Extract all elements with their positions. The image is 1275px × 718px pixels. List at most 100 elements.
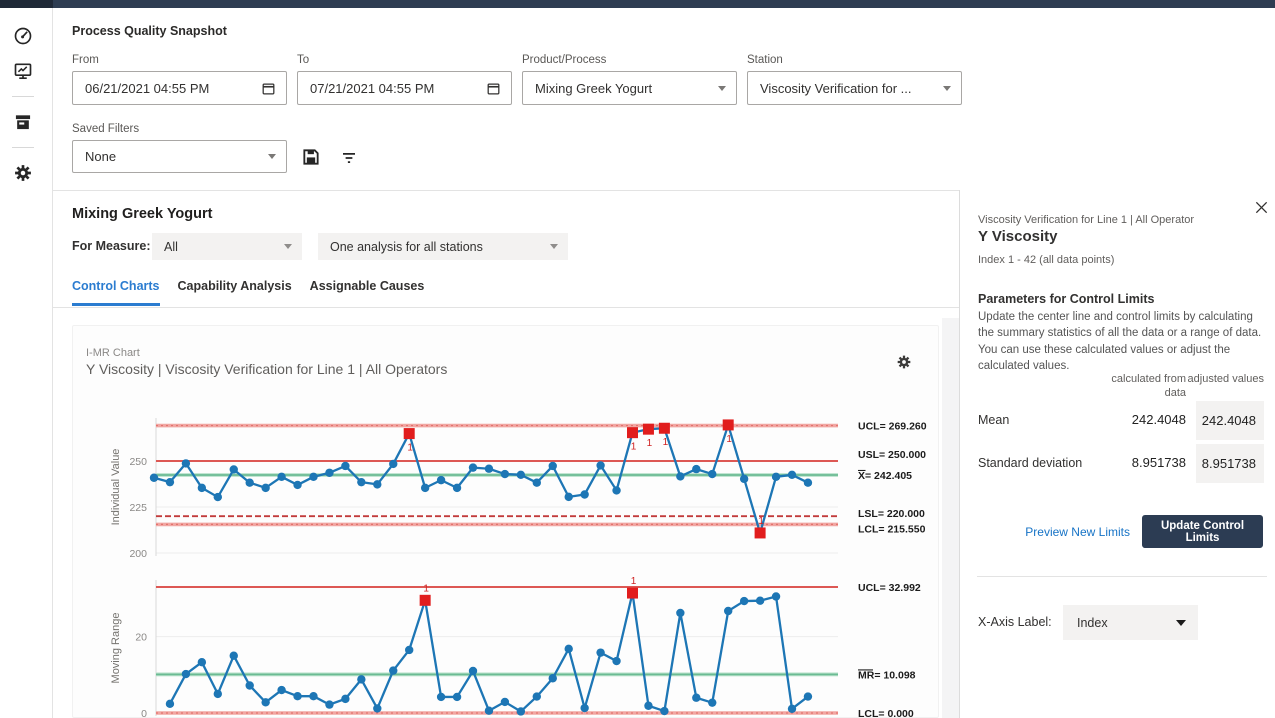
data-point — [485, 465, 493, 473]
column-header-calculated: calculated from data — [1106, 373, 1186, 401]
save-icon — [301, 147, 321, 167]
chevron-down-icon — [1176, 620, 1186, 626]
data-point — [198, 658, 206, 666]
sidebar-item-charts[interactable] — [13, 61, 33, 81]
measure-dropdown[interactable]: All — [152, 233, 302, 260]
data-point — [549, 674, 557, 682]
saved-filters-dropdown[interactable]: None — [72, 140, 287, 173]
data-point — [309, 473, 317, 481]
update-control-limits-button[interactable]: Update Control Limits — [1142, 515, 1263, 548]
scrollbar-track[interactable] — [942, 318, 959, 718]
chevron-down-icon — [943, 86, 951, 91]
save-filter-button[interactable] — [301, 147, 321, 167]
to-date-input[interactable]: 07/21/2021 04:55 PM — [297, 71, 512, 105]
product-process-dropdown[interactable]: Mixing Greek Yogurt — [522, 71, 737, 105]
from-date-input[interactable]: 06/21/2021 04:55 PM — [72, 71, 287, 105]
mean-adjusted-value: 242.4048 — [1202, 413, 1256, 428]
tab-control-charts[interactable]: Control Charts — [72, 279, 160, 306]
close-icon — [1254, 200, 1269, 215]
tabs-divider — [53, 307, 959, 308]
data-point — [246, 479, 254, 487]
data-point — [437, 476, 445, 484]
data-point — [453, 693, 461, 701]
data-point — [580, 704, 588, 712]
data-point — [517, 707, 525, 715]
data-point — [644, 702, 652, 710]
data-point — [293, 692, 301, 700]
chevron-down-icon — [718, 86, 726, 91]
data-point — [788, 471, 796, 479]
measure-value: All — [164, 240, 284, 254]
panel-section-title: Parameters for Control Limits — [978, 292, 1154, 306]
sidebar-item-storage[interactable] — [13, 112, 33, 132]
data-point — [341, 695, 349, 703]
data-point — [580, 490, 588, 498]
data-point — [469, 463, 477, 471]
sidebar-item-settings[interactable] — [13, 163, 33, 183]
column-header-adjusted: adjusted values — [1184, 373, 1264, 387]
to-label: To — [297, 54, 309, 66]
station-dropdown[interactable]: Viscosity Verification for ... — [747, 71, 962, 105]
data-point — [182, 459, 190, 467]
data-point — [261, 484, 269, 492]
monitor-chart-icon — [13, 61, 33, 81]
data-point — [676, 472, 684, 480]
data-point — [596, 461, 604, 469]
data-point — [182, 670, 190, 678]
from-label: From — [72, 54, 99, 66]
calendar-icon[interactable] — [261, 81, 276, 96]
flag-label: 1 — [631, 576, 637, 587]
control-limit-label: USL= 250.000 — [858, 449, 926, 461]
panel-description: Update the center line and control limit… — [978, 309, 1270, 374]
flagged-point — [659, 423, 670, 434]
data-point — [437, 693, 445, 701]
calendar-icon[interactable] — [486, 81, 501, 96]
product-process-label: Product/Process — [522, 54, 606, 66]
mean-row-label: Mean — [978, 413, 1009, 427]
flagged-point — [627, 427, 638, 438]
y-axis-title: Individual Value — [110, 449, 122, 526]
data-point — [166, 700, 174, 708]
left-nav-sidebar — [0, 8, 53, 718]
data-point — [198, 484, 206, 492]
flagged-point — [643, 424, 654, 435]
y-tick-label: 250 — [129, 456, 147, 468]
xaxis-dropdown[interactable]: Index — [1063, 605, 1198, 640]
mean-calculated-value: 242.4048 — [1086, 412, 1186, 427]
data-point — [325, 700, 333, 708]
chevron-down-icon — [284, 244, 292, 249]
flag-label: 1 — [647, 438, 653, 449]
panel-index-range: Index 1 - 42 (all data points) — [978, 254, 1114, 266]
tab-capability-analysis[interactable]: Capability Analysis — [178, 279, 292, 306]
preview-new-limits-link[interactable]: Preview New Limits — [1000, 525, 1130, 539]
xaxis-label: X-Axis Label: — [978, 615, 1052, 629]
data-point — [692, 694, 700, 702]
stdev-calculated-value: 8.951738 — [1086, 455, 1186, 470]
data-point — [261, 698, 269, 706]
flag-label: 1 — [726, 434, 732, 445]
panel-close-button[interactable] — [1254, 200, 1270, 216]
data-point — [517, 471, 525, 479]
xaxis-value: Index — [1077, 616, 1176, 630]
analysis-mode-dropdown[interactable]: One analysis for all stations — [318, 233, 568, 260]
data-point — [357, 478, 365, 486]
sidebar-divider — [12, 96, 34, 97]
data-point — [405, 646, 413, 654]
data-point — [740, 597, 748, 605]
stdev-adjusted-input[interactable]: 8.951738 — [1196, 444, 1264, 483]
filter-button[interactable] — [340, 149, 360, 169]
data-point — [389, 666, 397, 674]
tab-assignable-causes[interactable]: Assignable Causes — [310, 279, 425, 306]
control-limit-label: UCL= 269.260 — [858, 421, 927, 433]
mean-adjusted-input[interactable]: 242.4048 — [1196, 401, 1264, 440]
data-point — [708, 470, 716, 478]
sidebar-item-dashboard[interactable] — [13, 26, 33, 46]
stdev-adjusted-value: 8.951738 — [1202, 456, 1256, 471]
flag-label: 1 — [631, 442, 637, 453]
chevron-down-icon — [550, 244, 558, 249]
data-point — [549, 462, 557, 470]
data-point — [804, 692, 812, 700]
data-point — [724, 607, 732, 615]
analysis-mode-value: One analysis for all stations — [330, 240, 550, 254]
top-app-bar — [0, 0, 1275, 8]
